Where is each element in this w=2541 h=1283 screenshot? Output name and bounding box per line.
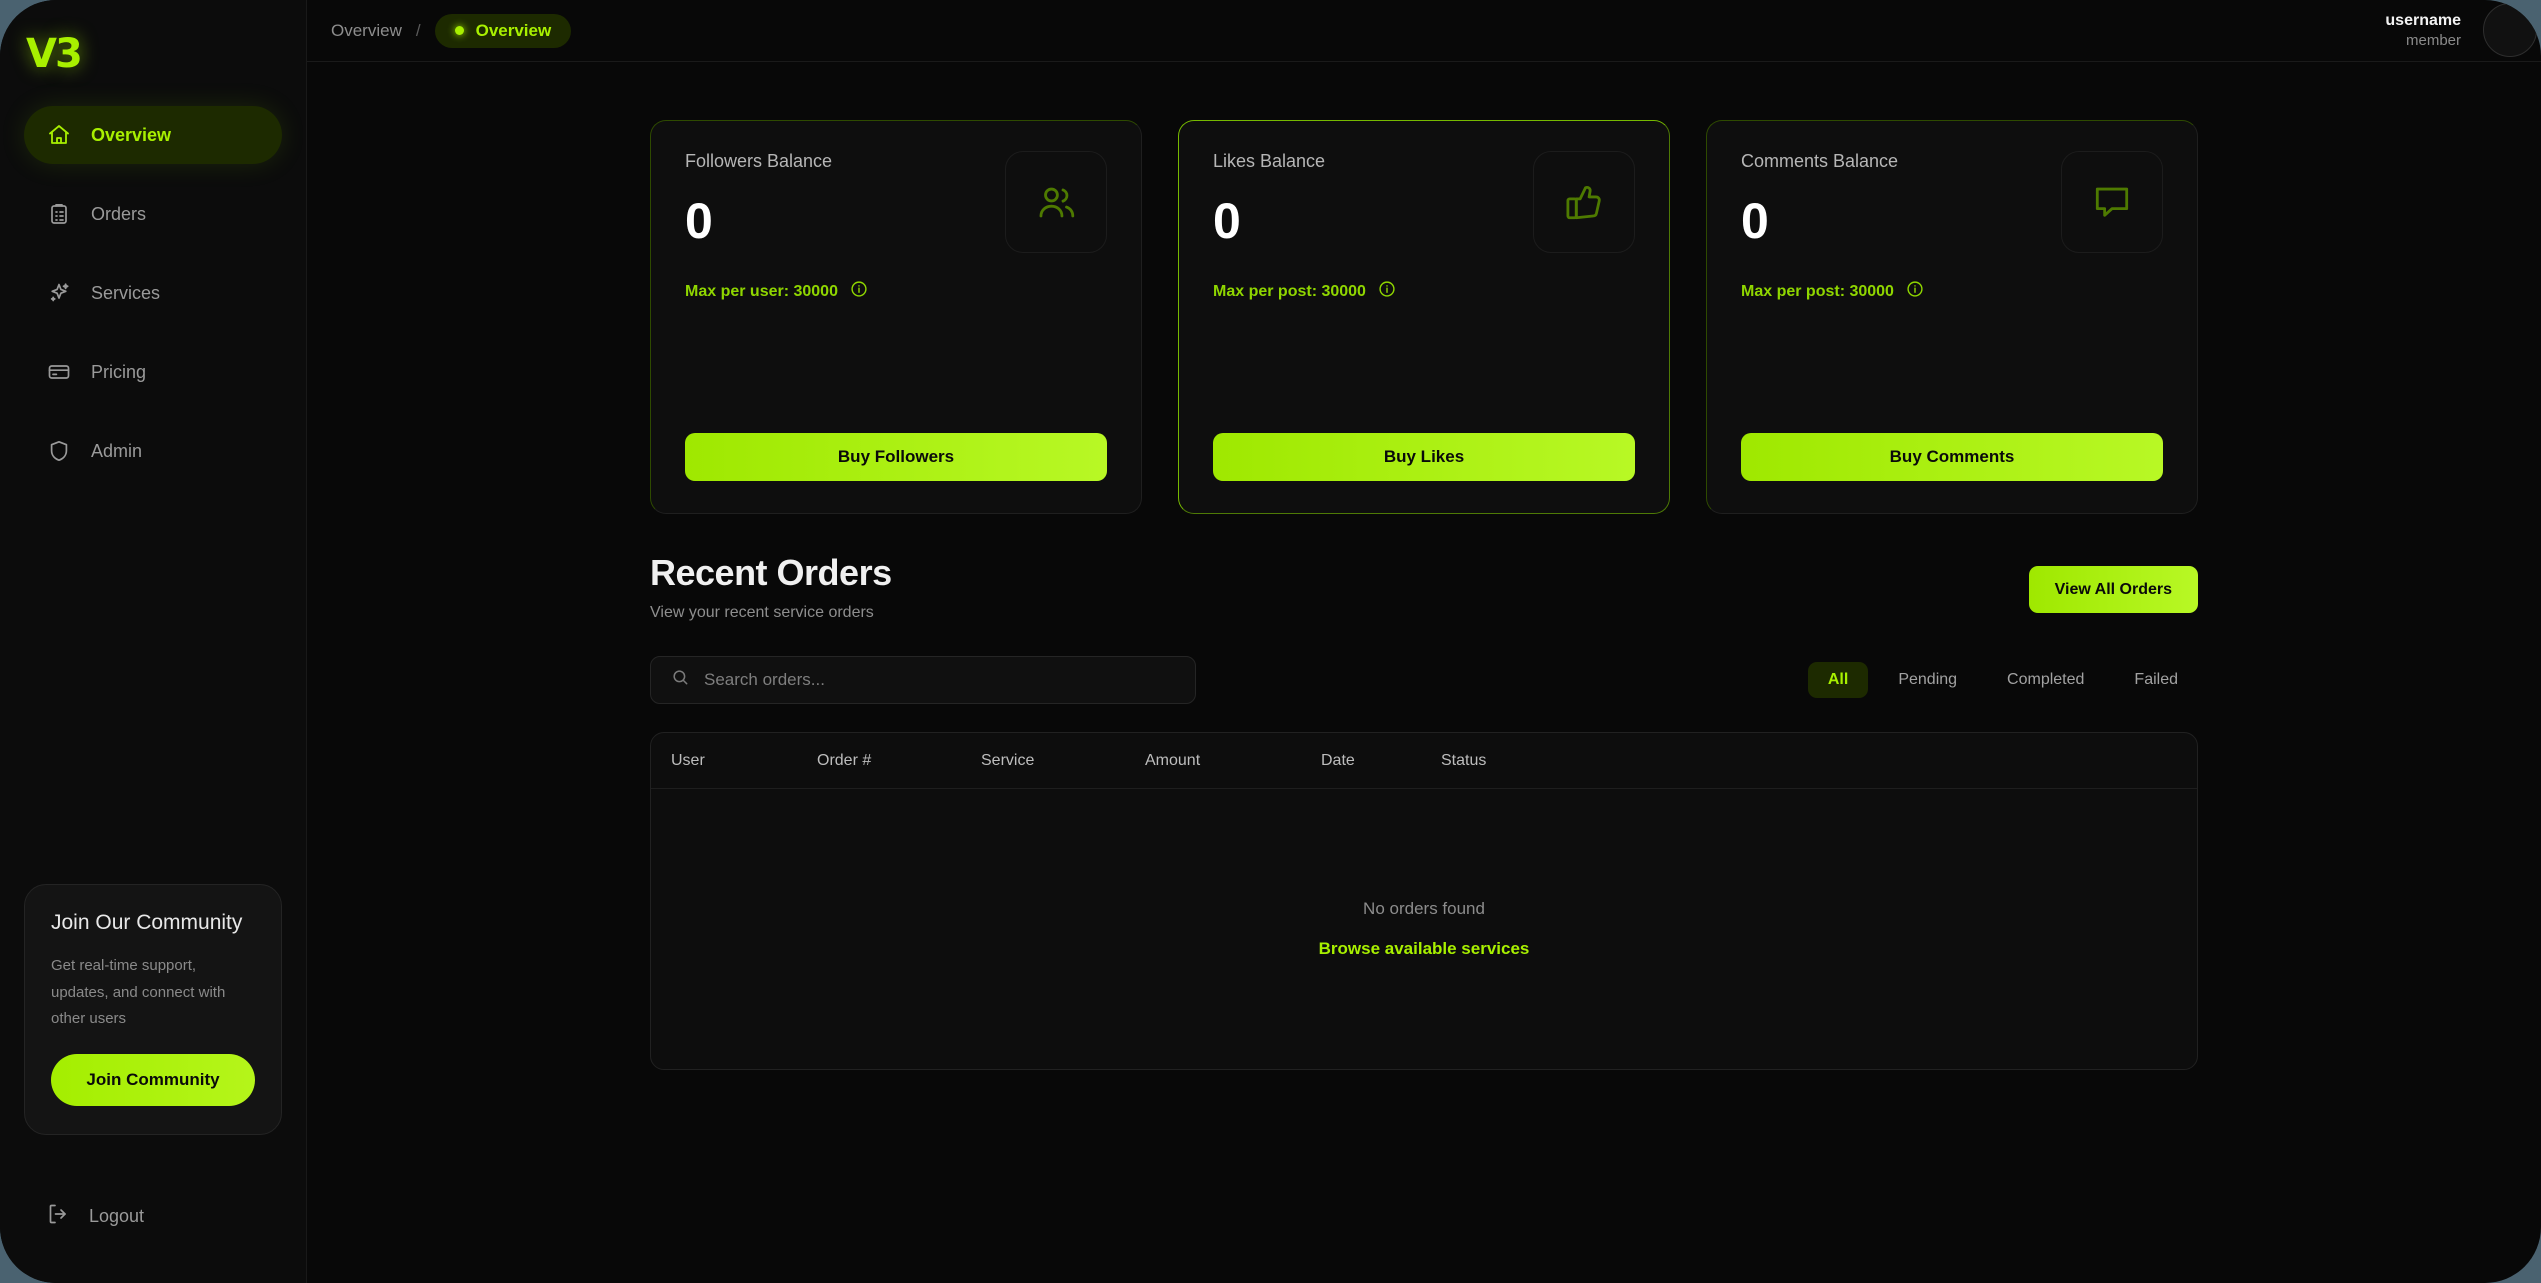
logout-button[interactable]: Logout — [0, 1179, 306, 1253]
user-menu[interactable]: username member — [2385, 2, 2541, 57]
search-icon — [671, 668, 690, 692]
breadcrumb-current-label: Overview — [475, 20, 552, 40]
status-dot-icon — [454, 26, 464, 35]
column-header-service: Service — [981, 751, 1035, 769]
app-window: V3 Overview Orders Services Pricing Admi… — [0, 0, 2541, 1283]
logout-label: Logout — [89, 1205, 145, 1226]
column-header-date: Date — [1321, 751, 1355, 769]
brand-logo[interactable]: V3 — [26, 34, 306, 74]
content-scroll: Followers Balance 0 Max per user: 30000 — [307, 62, 2541, 1283]
comment-icon — [2061, 151, 2163, 253]
card-max-text: Max per user: 30000 — [685, 282, 838, 300]
logout-icon — [46, 1202, 70, 1231]
column-header-status: Status — [1441, 751, 1487, 769]
topbar: Overview / Overview username member — [307, 0, 2541, 62]
orders-filter-tabs: All Pending Completed Failed — [1807, 662, 2198, 698]
card-max-info: Max per post: 30000 — [1741, 280, 2163, 303]
card-max-text: Max per post: 30000 — [1741, 282, 1894, 300]
tab-pending[interactable]: Pending — [1878, 662, 1977, 698]
sidebar-item-orders[interactable]: Orders — [24, 185, 282, 243]
sidebar-nav: Overview Orders Services Pricing Admin — [0, 92, 306, 480]
buy-comments-button[interactable]: Buy Comments — [1741, 433, 2163, 481]
balance-cards: Followers Balance 0 Max per user: 30000 — [650, 120, 2198, 514]
users-icon — [1005, 151, 1107, 253]
search-box[interactable] — [650, 656, 1196, 704]
column-header-user: User — [671, 751, 705, 769]
empty-state-message: No orders found — [1363, 899, 1485, 918]
balance-card-comments: Comments Balance 0 Max per post: 30000 B… — [1706, 120, 2198, 514]
orders-table: User Order # Service Amount Date Status … — [650, 732, 2198, 1070]
balance-card-likes: Likes Balance 0 Max per post: 30000 Buy … — [1178, 120, 1670, 514]
avatar[interactable] — [2483, 2, 2537, 57]
table-body-empty-state: No orders found Browse available service… — [651, 789, 2197, 1069]
home-icon — [46, 122, 72, 148]
main-area: Overview / Overview username member Foll… — [307, 0, 2541, 1283]
clipboard-icon — [46, 201, 72, 227]
user-name: username — [2385, 11, 2461, 29]
info-icon[interactable] — [1906, 280, 1924, 303]
tab-all[interactable]: All — [1807, 662, 1869, 698]
card-max-info: Max per post: 30000 — [1213, 280, 1635, 303]
sidebar-item-overview[interactable]: Overview — [24, 106, 282, 164]
search-input[interactable] — [704, 670, 1175, 690]
page-title: Recent Orders — [650, 552, 892, 593]
info-icon[interactable] — [850, 280, 868, 303]
sidebar-item-label: Services — [91, 282, 161, 303]
breadcrumb: Overview / Overview — [331, 13, 572, 48]
balance-card-followers: Followers Balance 0 Max per user: 30000 — [650, 120, 1142, 514]
buy-followers-button[interactable]: Buy Followers — [685, 433, 1107, 481]
card-max-text: Max per post: 30000 — [1213, 282, 1366, 300]
browse-services-link[interactable]: Browse available services — [1319, 939, 1530, 959]
sidebar: V3 Overview Orders Services Pricing Admi… — [0, 0, 307, 1283]
orders-subtitle: View your recent service orders — [650, 604, 874, 621]
buy-likes-button[interactable]: Buy Likes — [1213, 433, 1635, 481]
sidebar-item-label: Pricing — [91, 361, 147, 382]
card-max-info: Max per user: 30000 — [685, 280, 1107, 303]
community-card: Join Our Community Get real-time support… — [24, 884, 282, 1135]
column-header-order: Order # — [817, 751, 872, 769]
orders-heading-group: Recent Orders View your recent service o… — [650, 552, 892, 622]
sidebar-item-label: Admin — [91, 440, 143, 461]
thumbs-up-icon — [1533, 151, 1635, 253]
sidebar-item-label: Orders — [91, 203, 147, 224]
community-description: Get real-time support, updates, and conn… — [51, 957, 226, 1027]
sidebar-item-label: Overview — [91, 124, 172, 145]
join-community-button[interactable]: Join Community — [51, 1054, 255, 1106]
community-title: Join Our Community — [51, 911, 243, 935]
user-meta: username member — [2385, 10, 2461, 52]
breadcrumb-current-pill[interactable]: Overview — [434, 13, 572, 48]
info-icon[interactable] — [1378, 280, 1396, 303]
table-header-row: User Order # Service Amount Date Status — [651, 733, 2197, 789]
logo-container: V3 — [0, 0, 306, 92]
shield-icon — [46, 438, 72, 464]
sidebar-item-admin[interactable]: Admin — [24, 422, 282, 480]
tab-failed[interactable]: Failed — [2114, 662, 2198, 698]
sidebar-item-services[interactable]: Services — [24, 264, 282, 322]
view-all-orders-button[interactable]: View All Orders — [2028, 566, 2198, 613]
recent-orders-section: Recent Orders View your recent service o… — [650, 552, 2198, 1070]
sidebar-item-pricing[interactable]: Pricing — [24, 343, 282, 401]
breadcrumb-root[interactable]: Overview — [331, 21, 402, 41]
orders-toolbar: All Pending Completed Failed — [650, 656, 2198, 704]
orders-header: Recent Orders View your recent service o… — [650, 552, 2198, 622]
column-header-amount: Amount — [1145, 751, 1201, 769]
sparkles-icon — [46, 280, 72, 306]
breadcrumb-separator: / — [415, 20, 421, 40]
tab-completed[interactable]: Completed — [1987, 662, 2104, 698]
credit-card-icon — [46, 359, 72, 385]
user-role: member — [2405, 32, 2461, 50]
